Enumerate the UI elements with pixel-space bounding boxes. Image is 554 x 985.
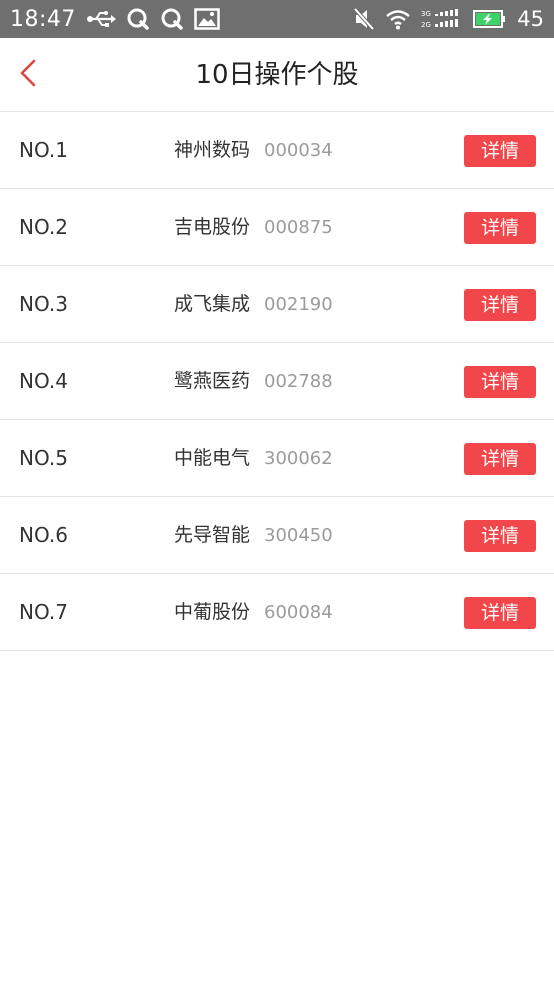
status-bar: 18:47 3G 2G 45 [0,0,554,38]
detail-button[interactable]: 详情 [464,520,536,552]
detail-button[interactable]: 详情 [464,212,536,244]
stock-row: NO.4 鹭燕医药 002788 详情 [0,343,554,420]
stock-row: NO.5 中能电气 300062 详情 [0,420,554,497]
stock-code: 002788 [264,371,333,392]
stock-name: 先导智能 [174,524,251,546]
stock-name: 中能电气 [174,447,251,469]
detail-button[interactable]: 详情 [464,135,536,167]
stock-name: 成飞集成 [174,293,251,315]
stock-row: NO.1 神州数码 000034 详情 [0,112,554,189]
stock-name: 神州数码 [174,139,251,161]
page-header: 10日操作个股 [0,38,554,112]
stock-rank: NO.1 [19,138,68,162]
page-title: 10日操作个股 [195,60,359,90]
stock-code: 600084 [264,602,333,623]
detail-button[interactable]: 详情 [464,366,536,398]
usb-icon [86,9,116,29]
battery-charging-icon [473,9,507,29]
stock-rank: NO.4 [19,369,68,393]
battery-level: 45 [517,7,544,31]
detail-button[interactable]: 详情 [464,597,536,629]
stock-rank: NO.6 [19,523,68,547]
stock-code: 300450 [264,525,333,546]
stock-list: NO.1 神州数码 000034 详情 NO.2 吉电股份 000875 详情 … [0,112,554,651]
stock-name: 鹭燕医药 [174,370,251,392]
status-right: 3G 2G 45 [353,7,544,31]
detail-button[interactable]: 详情 [464,289,536,321]
gallery-icon [194,8,220,30]
stock-name: 吉电股份 [174,216,251,238]
stock-code: 000034 [264,140,333,161]
q-app-icon [160,7,184,31]
signal-icon: 3G 2G [421,8,463,30]
stock-code: 000875 [264,217,333,238]
stock-rank: NO.3 [19,292,68,316]
stock-row: NO.2 吉电股份 000875 详情 [0,189,554,266]
wifi-icon [385,8,411,30]
stock-name: 中葡股份 [174,601,251,623]
status-time: 18:47 [10,6,76,32]
stock-row: NO.7 中葡股份 600084 详情 [0,574,554,651]
status-left: 18:47 [10,7,220,32]
stock-row: NO.3 成飞集成 002190 详情 [0,266,554,343]
detail-button[interactable]: 详情 [464,443,536,475]
stock-rank: NO.2 [19,215,68,239]
stock-rank: NO.5 [19,446,68,470]
stock-rank: NO.7 [19,600,68,624]
stock-code: 300062 [264,448,333,469]
stock-row: NO.6 先导智能 300450 详情 [0,497,554,574]
q-app-icon [126,7,150,31]
network-label-3g: 3G [421,10,431,18]
stock-code: 002190 [264,294,333,315]
network-label-2g: 2G [421,21,431,29]
mute-icon [353,7,375,31]
